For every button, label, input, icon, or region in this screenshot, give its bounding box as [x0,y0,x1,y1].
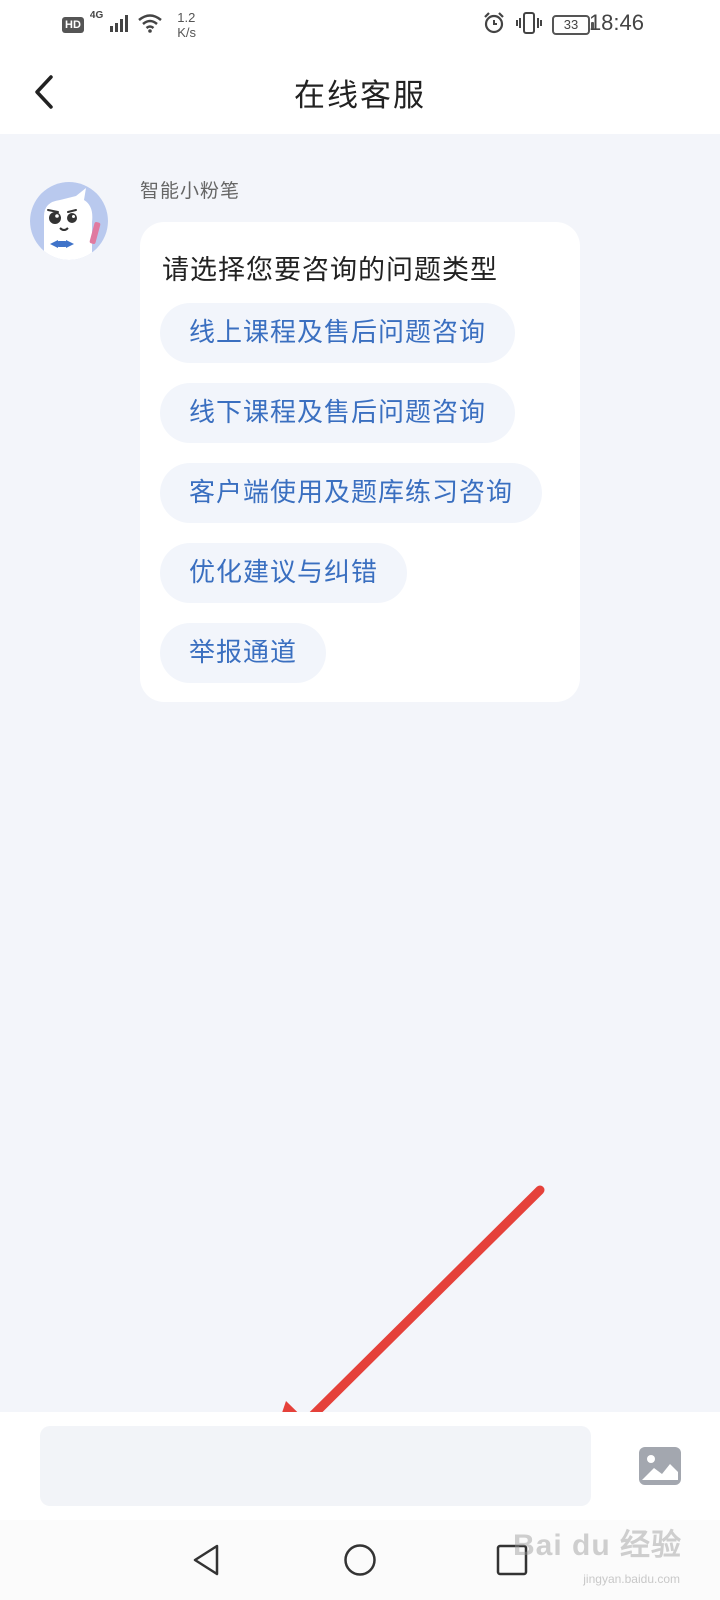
bot-name: 智能小粉笔 [140,180,241,202]
option-client-usage[interactable]: 客户端使用及题库练习咨询 [160,463,543,523]
option-offline-course[interactable]: 线下课程及售后问题咨询 [160,383,516,443]
clock: 18:46 [588,10,644,35]
alarm-icon [482,11,506,39]
system-nav-bar: Bai du 经验 jingyan.baidu.com [0,1520,720,1600]
nav-home-button[interactable] [340,1540,380,1580]
watermark-site: jingyan.baidu.com [583,1572,680,1586]
option-report[interactable]: 举报通道 [160,623,327,683]
page-title: 在线客服 [294,78,426,114]
speed-value: 1.2 [177,10,196,25]
status-right: 33 [482,8,594,42]
question-prompt: 请选择您要咨询的问题类型 [162,255,498,286]
mascot-icon [30,182,108,260]
image-button[interactable] [638,1446,682,1486]
bot-avatar[interactable] [30,182,108,260]
nav-back-icon [193,1544,219,1576]
message-bubble: 请选择您要咨询的问题类型 线上课程及售后问题咨询 线下课程及售后问题咨询 客户端… [140,222,580,702]
option-feedback[interactable]: 优化建议与纠错 [160,543,408,603]
status-bar: HD 4G 1.2 K/s 33 18:46 [0,0,720,50]
network-speed: 1.2 K/s [177,10,196,40]
app-header: 在线客服 [0,50,720,134]
hd-badge: HD [62,17,84,33]
input-bar [0,1412,720,1520]
speed-unit: K/s [177,25,197,40]
message-input[interactable] [40,1426,591,1506]
nav-home-icon [344,1544,376,1576]
network-type: 4G [89,10,104,21]
status-left: HD 4G 1.2 K/s [62,8,196,42]
watermark: Bai du 经验 [512,1529,682,1562]
vibrate-icon [516,11,542,39]
option-online-course[interactable]: 线上课程及售后问题咨询 [160,303,516,363]
signal-icon [109,13,131,37]
image-icon [639,1447,681,1485]
nav-back-button[interactable] [186,1540,226,1580]
battery-icon: 33 [552,15,594,35]
wifi-icon [137,13,163,37]
